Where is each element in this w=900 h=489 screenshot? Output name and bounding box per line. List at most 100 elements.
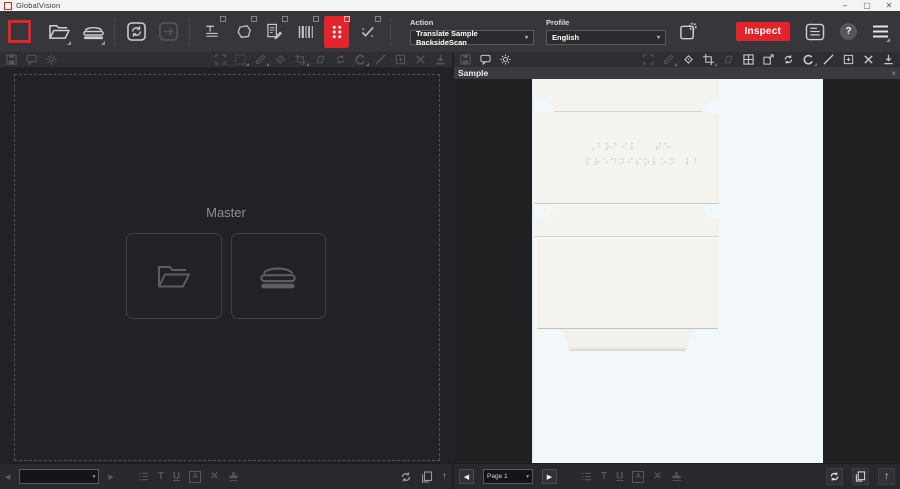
sample-close-button[interactable]: × bbox=[891, 69, 896, 78]
collapse-master-button[interactable]: ↑ bbox=[442, 471, 447, 482]
annotate-button[interactable] bbox=[663, 54, 674, 65]
transfer-button[interactable] bbox=[154, 17, 182, 47]
scan-master-button[interactable] bbox=[231, 233, 327, 319]
skew-button[interactable] bbox=[315, 54, 326, 65]
reload-sample-button[interactable] bbox=[826, 468, 843, 485]
report-button[interactable] bbox=[801, 17, 829, 47]
graphics-shape-icon bbox=[236, 24, 252, 40]
sample-subtoolbar bbox=[454, 52, 900, 67]
crop-icon bbox=[703, 54, 714, 65]
layers-list-button[interactable] bbox=[581, 471, 592, 482]
pencil-icon bbox=[255, 54, 266, 65]
comment-button[interactable] bbox=[26, 54, 37, 65]
annotate-button[interactable] bbox=[255, 54, 266, 65]
fit-screen-icon bbox=[215, 54, 226, 65]
sample-bottombar: ◀ Page 1 ▾ ▶ T U A ✕ ↑ bbox=[454, 463, 900, 489]
sample-title: Sample bbox=[458, 68, 488, 78]
crop-button[interactable] bbox=[295, 54, 306, 65]
measure-line-button[interactable] bbox=[375, 54, 386, 65]
master-load-buttons bbox=[126, 233, 326, 319]
duplicate-sample-button[interactable] bbox=[852, 468, 869, 485]
toolbar-separator bbox=[114, 18, 115, 46]
braille-inspection-button[interactable] bbox=[324, 16, 349, 48]
master-bottombar: ◀ ▾ ▶ T U A ✕ ↑ bbox=[0, 463, 452, 489]
spelling-inspection-button[interactable] bbox=[262, 16, 287, 48]
stamp-button[interactable] bbox=[671, 471, 682, 482]
measure-line-button[interactable] bbox=[823, 54, 834, 65]
add-region-button[interactable] bbox=[843, 54, 854, 65]
help-button[interactable]: ? bbox=[840, 23, 857, 40]
open-file-button[interactable] bbox=[45, 17, 73, 47]
save-button[interactable] bbox=[6, 54, 17, 65]
master-page-dropdown[interactable]: ▾ bbox=[19, 469, 99, 484]
next-page-button[interactable]: ▶ bbox=[108, 473, 113, 481]
barcode-inspection-button[interactable] bbox=[293, 16, 318, 48]
carton-middle-flap bbox=[534, 206, 719, 237]
rotate-button[interactable] bbox=[355, 54, 366, 65]
focus-point-button[interactable] bbox=[275, 54, 286, 65]
fit-view-button[interactable] bbox=[215, 54, 226, 65]
inspect-button[interactable]: Inspect bbox=[736, 22, 790, 41]
export-image-button[interactable] bbox=[883, 54, 894, 65]
remove-layer-button[interactable]: ✕ bbox=[210, 471, 218, 482]
close-button[interactable]: ✕ bbox=[878, 0, 900, 11]
stamp-button[interactable] bbox=[228, 471, 239, 482]
verify-inspection-button[interactable] bbox=[355, 16, 380, 48]
main-toolbar: Action Translate Sample BacksideScan ▾ P… bbox=[0, 11, 900, 52]
save-button[interactable] bbox=[460, 54, 471, 65]
copy-doc-icon bbox=[421, 471, 433, 483]
load-master-file-button[interactable] bbox=[126, 233, 222, 319]
clear-region-button[interactable] bbox=[415, 54, 426, 65]
scan-file-button[interactable] bbox=[79, 17, 107, 47]
prev-page-button[interactable]: ◀ bbox=[5, 473, 10, 481]
action-dropdown[interactable]: Translate Sample BacksideScan ▾ bbox=[410, 30, 534, 45]
boxed-text-button[interactable]: A bbox=[189, 471, 201, 483]
add-region-button[interactable] bbox=[395, 54, 406, 65]
copy-doc-icon bbox=[855, 471, 866, 482]
underline-layer-button[interactable]: U bbox=[173, 471, 180, 482]
export-image-button[interactable] bbox=[435, 54, 446, 65]
maximize-button[interactable]: ▢ bbox=[856, 0, 878, 11]
crop-button[interactable] bbox=[703, 54, 714, 65]
clear-region-button[interactable] bbox=[863, 54, 874, 65]
prev-page-button[interactable]: ◀ bbox=[459, 469, 474, 484]
focus-point-button[interactable] bbox=[683, 54, 694, 65]
text-layer-button[interactable]: T bbox=[601, 471, 607, 482]
sample-page-value: Page 1 bbox=[487, 473, 508, 480]
refresh-view-button[interactable] bbox=[335, 54, 346, 65]
dropdown-caret bbox=[306, 63, 309, 66]
refresh-view-button[interactable] bbox=[783, 54, 794, 65]
boxed-text-button[interactable]: A bbox=[632, 471, 644, 483]
brightness-button[interactable] bbox=[46, 54, 57, 65]
marquee-select-button[interactable] bbox=[235, 54, 246, 65]
text-inspection-button[interactable] bbox=[200, 16, 225, 48]
comment-button[interactable] bbox=[480, 54, 491, 65]
remove-layer-button[interactable]: ✕ bbox=[653, 471, 661, 482]
sample-page-dropdown[interactable]: Page 1 ▾ bbox=[483, 469, 533, 484]
compare-button[interactable] bbox=[122, 17, 150, 47]
carton-lower-panel bbox=[537, 239, 718, 329]
reload-master-button[interactable] bbox=[400, 471, 412, 483]
duplicate-master-button[interactable] bbox=[421, 471, 433, 483]
rotate-button[interactable] bbox=[803, 54, 814, 65]
text-layer-button[interactable]: T bbox=[158, 471, 164, 482]
minimize-button[interactable]: – bbox=[834, 0, 856, 11]
layers-list-button[interactable] bbox=[138, 471, 149, 482]
fit-view-button[interactable] bbox=[643, 54, 654, 65]
brightness-button[interactable] bbox=[500, 54, 511, 65]
profile-dropdown[interactable]: English ▾ bbox=[546, 30, 666, 45]
sample-scan-image[interactable]: ⠠⠃⠗⠁⠊⠇⠀⠀⠞⠑ ⠏⠗⠑⠙⠝⠊⠎⠕⠇⠕⠝⠀⠇⠃ bbox=[532, 79, 823, 466]
collapse-sample-button[interactable]: ↑ bbox=[878, 468, 895, 485]
next-page-button[interactable]: ▶ bbox=[542, 469, 557, 484]
underline-layer-button[interactable]: U bbox=[616, 471, 623, 482]
barcode-icon bbox=[298, 24, 314, 40]
grid-view-button[interactable] bbox=[743, 54, 754, 65]
master-load-area: Master bbox=[126, 205, 326, 319]
grid-export-button[interactable] bbox=[763, 54, 774, 65]
profile-settings-button[interactable] bbox=[674, 17, 702, 47]
comment-icon bbox=[26, 54, 37, 65]
skew-button[interactable] bbox=[723, 54, 734, 65]
menu-button[interactable] bbox=[868, 20, 892, 44]
graphics-inspection-button[interactable] bbox=[231, 16, 256, 48]
rotate-c-icon bbox=[803, 54, 814, 65]
